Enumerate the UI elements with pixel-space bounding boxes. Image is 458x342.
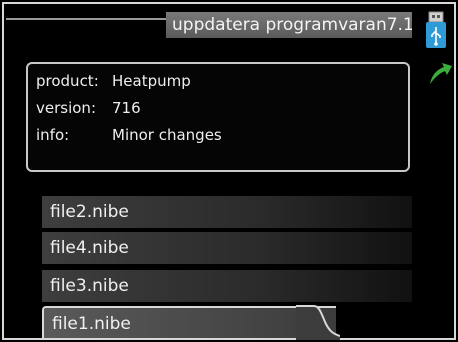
selection-tab-curve — [296, 305, 340, 340]
info-value: Heatpump — [112, 72, 191, 90]
info-row-info: info: Minor changes — [36, 126, 222, 144]
info-value: 716 — [112, 99, 141, 117]
info-row-version: version: 716 — [36, 99, 141, 117]
info-label: version: — [36, 99, 96, 117]
file-list-item[interactable]: file4.nibe — [42, 232, 412, 264]
file-list-item-selected[interactable]: file1.nibe — [42, 306, 336, 338]
file-list-item[interactable]: file2.nibe — [42, 196, 412, 228]
update-info-panel: product: Heatpump version: 716 info: Minor … — [26, 62, 410, 172]
info-row-product: product: Heatpump — [36, 72, 191, 90]
info-label: info: — [36, 126, 70, 144]
info-label: product: — [36, 72, 99, 90]
info-value: Minor changes — [112, 126, 222, 144]
file-list-item[interactable]: file3.nibe — [42, 270, 412, 302]
usb-drive-icon[interactable] — [425, 10, 447, 50]
header-rule — [6, 18, 166, 20]
back-arrow-icon[interactable] — [426, 58, 454, 86]
page-title: uppdatera programvaran7.1 — [166, 12, 412, 38]
